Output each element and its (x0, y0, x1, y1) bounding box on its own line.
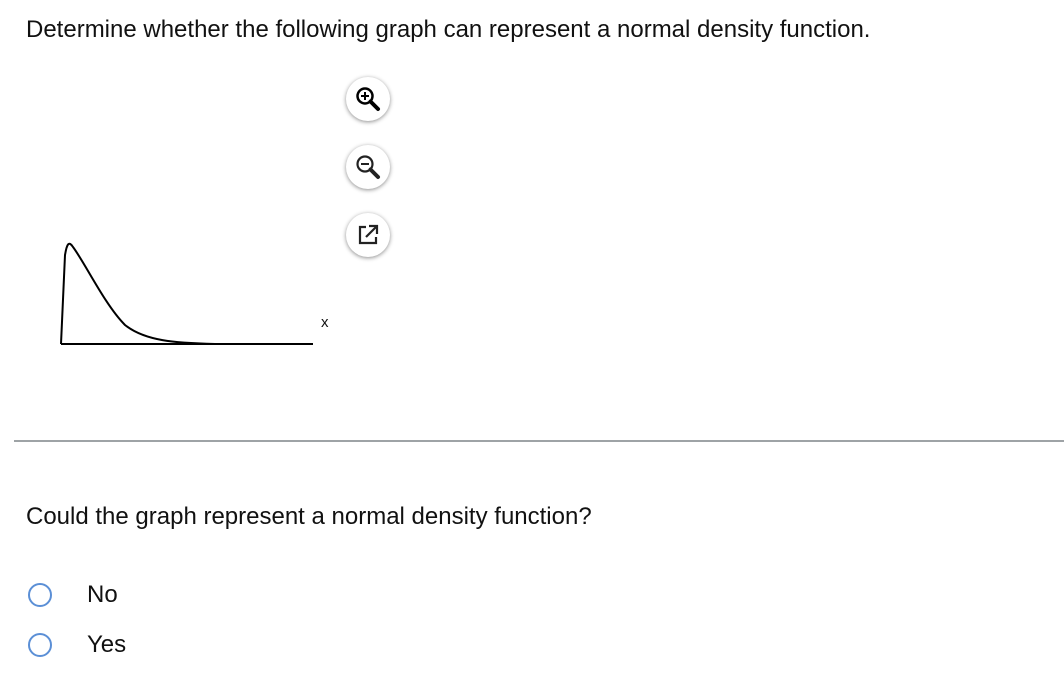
question-prompt: Determine whether the following graph ca… (26, 16, 871, 43)
popout-icon (358, 224, 379, 245)
x-axis-label: x (321, 314, 329, 331)
density-graph: x (60, 242, 329, 345)
option-yes-label: Yes (87, 631, 127, 658)
zoom-out-icon (356, 155, 380, 179)
option-yes[interactable]: Yes (28, 631, 126, 659)
zoom-in-button[interactable] (346, 77, 390, 121)
radio-no[interactable] (28, 583, 52, 607)
section-divider (14, 440, 1064, 442)
density-curve (60, 242, 295, 345)
popout-button[interactable] (346, 213, 390, 257)
option-no[interactable]: No (28, 581, 118, 609)
zoom-out-button[interactable] (346, 145, 390, 189)
radio-yes[interactable] (28, 633, 52, 657)
zoom-in-icon (356, 87, 380, 111)
sub-question: Could the graph represent a normal densi… (26, 503, 592, 530)
option-no-label: No (87, 581, 118, 608)
